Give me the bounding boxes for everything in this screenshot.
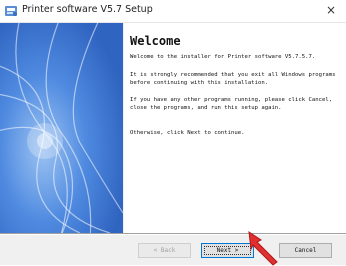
continue-text: Otherwise, click Next to continue. (130, 130, 245, 136)
next-button-label: Next > (216, 247, 239, 254)
window-title: Printer software V5.7 Setup (22, 4, 153, 15)
welcome-content: Welcome Welcome to the installer for Pri… (124, 23, 346, 233)
footer-separator (0, 233, 346, 235)
back-button[interactable]: < Back (138, 243, 191, 258)
close-button[interactable]: × (324, 3, 338, 17)
cancel-button[interactable]: Cancel (279, 243, 332, 258)
exit-programs-text: It is strongly recommended that you exit… (130, 72, 336, 86)
banner-swirl-graphic (0, 23, 123, 233)
printer-setup-icon (5, 6, 17, 16)
cancel-button-label: Cancel (294, 247, 317, 254)
setup-dialog: Welcome Welcome to the installer for Pri… (0, 23, 346, 265)
cancel-instructions-text: If you have any other programs running, … (130, 97, 333, 111)
red-arrow-cursor-icon (248, 230, 278, 266)
close-icon: × (325, 3, 337, 17)
side-banner (0, 23, 123, 233)
welcome-text: Welcome to the installer for Printer sof… (130, 54, 316, 60)
title-bar: Printer software V5.7 Setup × (0, 0, 346, 23)
page-title: Welcome (130, 34, 181, 48)
back-button-label: < Back (153, 247, 176, 254)
